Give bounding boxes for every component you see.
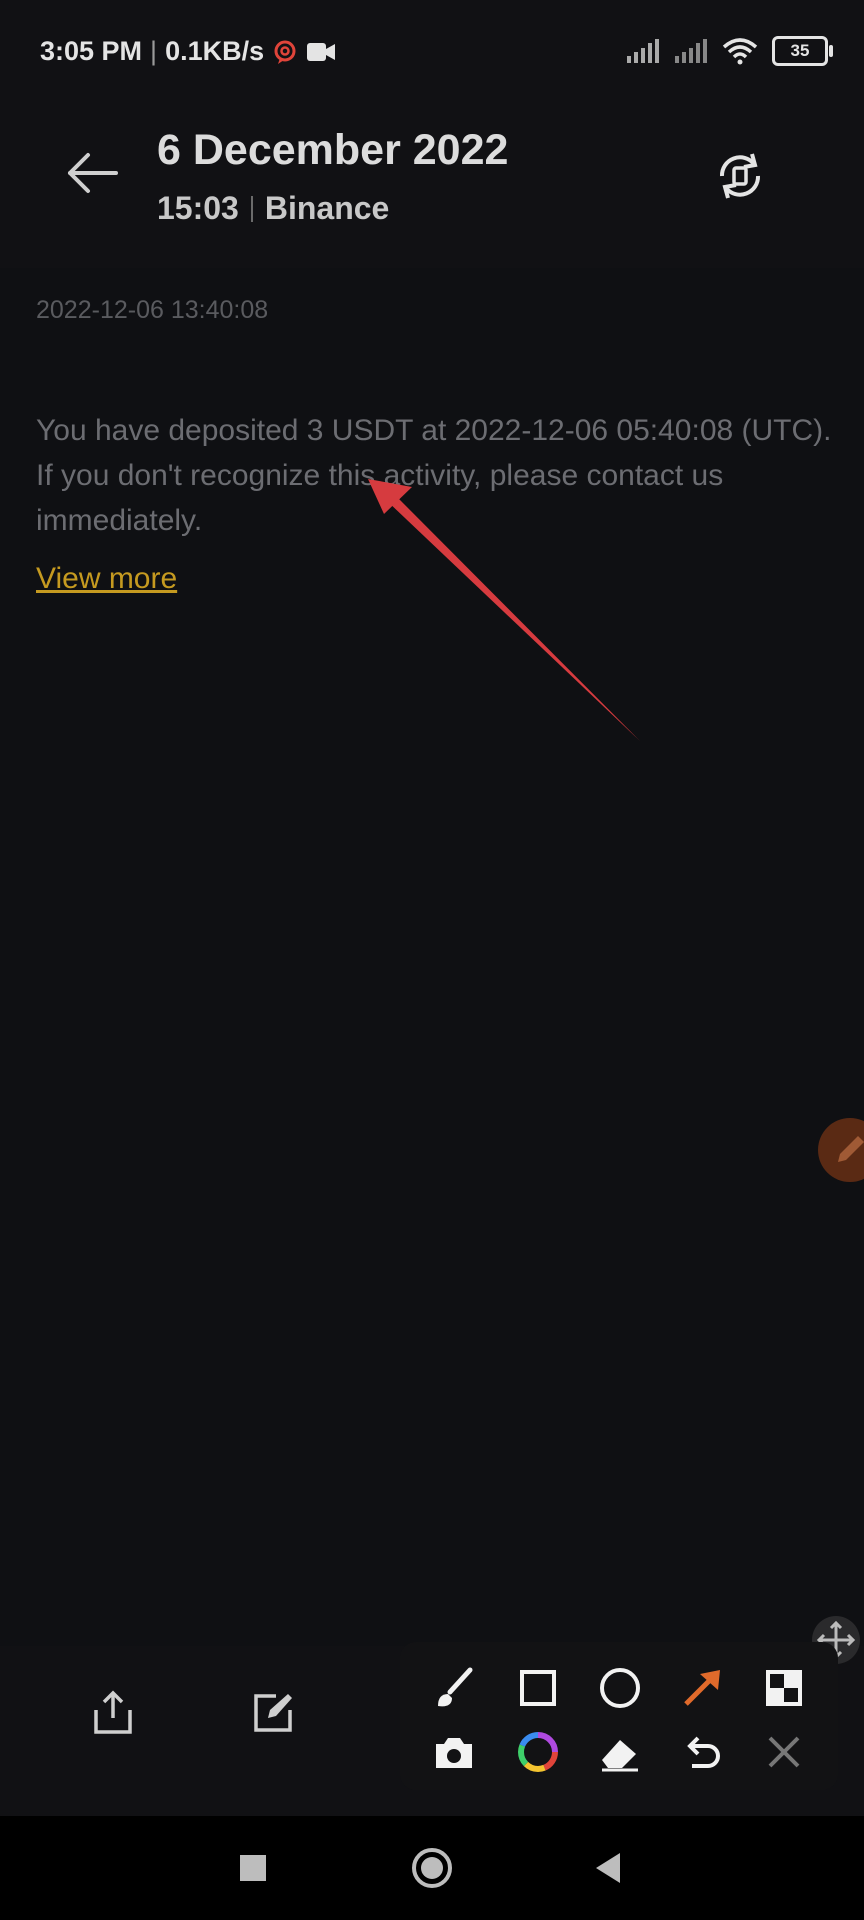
message-timestamp: 2022-12-06 13:40:08 [36, 296, 269, 324]
share-icon[interactable] [88, 1688, 138, 1738]
page-subtitle: 15:03 Binance [157, 190, 389, 227]
arrow-icon[interactable] [678, 1664, 726, 1712]
mosaic-icon[interactable] [760, 1664, 808, 1712]
notification-icon [274, 40, 296, 64]
pen-icon [838, 1136, 864, 1162]
signal-icon [627, 39, 659, 63]
undo-icon[interactable] [678, 1728, 726, 1776]
navigation-bar [0, 1816, 864, 1920]
close-icon[interactable] [760, 1728, 808, 1776]
battery-level: 35 [790, 41, 810, 60]
network-speed: 0.1KB/s [165, 36, 265, 66]
message-body: You have deposited 3 USDT at 2022-12-06 … [36, 414, 832, 537]
edit-icon[interactable] [248, 1688, 298, 1738]
eraser-icon[interactable] [596, 1728, 644, 1776]
rotate-screen-icon[interactable] [712, 148, 768, 204]
circle-icon[interactable] [596, 1664, 644, 1712]
status-separator: | [150, 36, 158, 66]
header-source: Binance [264, 190, 390, 226]
divider [250, 195, 253, 222]
status-left: 3:05 PM | 0.1KB/s [40, 36, 336, 67]
camera-icon[interactable] [430, 1728, 478, 1776]
page-title: 6 December 2022 [157, 126, 509, 174]
home-icon[interactable] [407, 1843, 457, 1893]
signal-icon [675, 39, 707, 63]
wifi-icon [722, 38, 758, 65]
rectangle-icon[interactable] [514, 1664, 562, 1712]
arrow-left-icon[interactable] [66, 146, 120, 200]
status-right: 35 [626, 36, 833, 66]
view-more-link[interactable]: View more [36, 562, 177, 596]
color-picker-icon[interactable] [514, 1728, 562, 1776]
brush-icon[interactable] [430, 1664, 478, 1712]
battery-icon: 35 [772, 36, 833, 66]
back-icon[interactable] [584, 1843, 634, 1893]
floating-pen-button[interactable] [818, 1118, 864, 1182]
recents-icon[interactable] [228, 1843, 278, 1893]
header-time: 15:03 [157, 190, 239, 226]
status-bar: 3:05 PM | 0.1KB/s 35 [0, 0, 864, 104]
video-record-icon [307, 42, 336, 61]
annotation-tool-panel [400, 1642, 838, 1790]
status-time: 3:05 PM [40, 36, 143, 66]
header: 6 December 2022 15:03 Binance [0, 104, 864, 268]
